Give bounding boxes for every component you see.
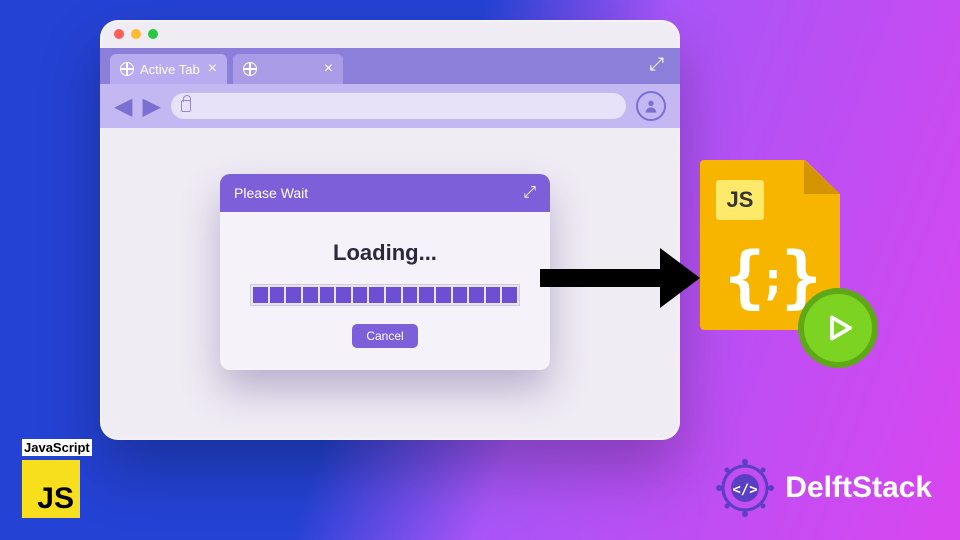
progress-segment xyxy=(486,287,501,303)
delftstack-badge-icon: </> xyxy=(713,456,777,520)
progress-segment xyxy=(369,287,384,303)
loading-dialog: Please Wait ⤢ Loading... Cancel xyxy=(220,174,550,370)
arrow-graphic xyxy=(540,258,700,298)
brand-name: DelftStack xyxy=(785,471,932,505)
svg-text:</>: </> xyxy=(733,482,758,498)
progress-segment xyxy=(386,287,401,303)
expand-icon[interactable]: ⤢ xyxy=(523,184,536,202)
progress-segment xyxy=(502,287,517,303)
progress-segment xyxy=(469,287,484,303)
close-tab-icon[interactable]: × xyxy=(208,61,217,77)
maximize-dot[interactable] xyxy=(148,29,158,39)
arrow-shaft xyxy=(540,269,660,287)
user-button[interactable] xyxy=(636,91,666,121)
progress-segment xyxy=(270,287,285,303)
back-button[interactable]: ◀ xyxy=(114,92,132,121)
js-logo-box: JS xyxy=(22,460,80,518)
progress-segment xyxy=(353,287,368,303)
titlebar xyxy=(100,20,680,48)
globe-icon xyxy=(243,62,257,76)
progress-segment xyxy=(253,287,268,303)
browser-window: Active Tab × × ⤢ ◀ ▶ Please Wait ⤢ Loadi… xyxy=(100,20,680,440)
progress-segment xyxy=(436,287,451,303)
expand-icon[interactable]: ⤢ xyxy=(650,54,664,75)
dialog-body: Loading... Cancel xyxy=(220,212,550,370)
dialog-header: Please Wait ⤢ xyxy=(220,174,550,212)
delftstack-brand: </> DelftStack xyxy=(713,456,932,520)
forward-button[interactable]: ▶ xyxy=(142,92,160,121)
lock-icon xyxy=(181,100,191,112)
arrow-head-icon xyxy=(660,248,700,308)
cancel-button[interactable]: Cancel xyxy=(352,324,417,348)
play-icon xyxy=(820,310,856,346)
dialog-title: Please Wait xyxy=(234,185,308,201)
progress-segment xyxy=(320,287,335,303)
close-tab-icon[interactable]: × xyxy=(324,61,333,77)
js-badge: JS xyxy=(716,180,764,220)
tab-bar: Active Tab × × ⤢ xyxy=(100,48,680,84)
js-logo-label: JavaScript xyxy=(22,439,92,456)
progress-segment xyxy=(419,287,434,303)
progress-segment xyxy=(403,287,418,303)
user-icon xyxy=(643,98,659,114)
address-bar[interactable] xyxy=(171,93,626,119)
tab-active[interactable]: Active Tab × xyxy=(110,54,227,84)
progress-segment xyxy=(303,287,318,303)
javascript-logo: JavaScript JS xyxy=(22,439,104,518)
progress-bar xyxy=(250,284,520,306)
minimize-dot[interactable] xyxy=(131,29,141,39)
progress-segment xyxy=(286,287,301,303)
play-button[interactable] xyxy=(798,288,878,368)
progress-segment xyxy=(336,287,351,303)
progress-segment xyxy=(453,287,468,303)
tab-inactive[interactable]: × xyxy=(233,54,343,84)
close-dot[interactable] xyxy=(114,29,124,39)
toolbar: ◀ ▶ xyxy=(100,84,680,128)
loading-label: Loading... xyxy=(250,240,520,266)
tab-label: Active Tab xyxy=(140,62,200,77)
globe-icon xyxy=(120,62,134,76)
